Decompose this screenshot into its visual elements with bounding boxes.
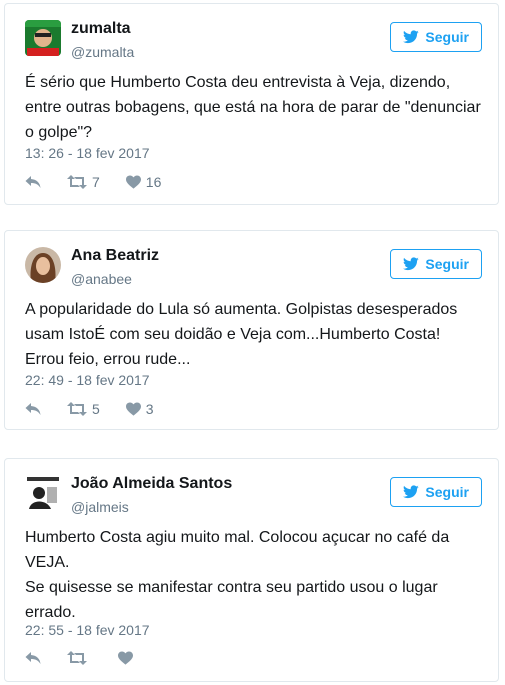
tweet-timestamp[interactable]: 22: 49 - 18 fev 2017 [25,372,150,388]
tweet-actions [25,651,164,665]
author-name[interactable]: Ana Beatriz [71,247,159,265]
reply-icon [25,403,41,415]
like-count: 3 [145,401,154,417]
tweet-card: João Almeida Santos @jalmeis Seguir Humb… [4,458,499,682]
follow-label: Seguir [425,256,469,272]
tweet-text-line: Errou feio, errou rude... [25,351,191,368]
like-count: 16 [145,174,162,190]
tweet-text: É sério que Humberto Costa deu entrevist… [25,70,482,145]
retweet-count: 5 [92,401,100,417]
follow-button[interactable]: Seguir [390,477,482,507]
follow-button[interactable]: Seguir [390,22,482,52]
tweet-timestamp[interactable]: 22: 55 - 18 fev 2017 [25,622,150,638]
tweet-actions: 7 16 [25,174,187,190]
author-handle[interactable]: @anabee [71,271,132,287]
tweet-timestamp[interactable]: 13: 26 - 18 fev 2017 [25,145,150,161]
reply-button[interactable] [25,175,41,189]
tweet-text: Humberto Costa agiu muito mal. Colocou a… [25,525,482,625]
retweet-button[interactable]: 7 [67,174,100,190]
retweet-button[interactable] [67,651,92,665]
tweet-card: Ana Beatriz @anabee Seguir A popularidad… [4,230,499,430]
twitter-bird-icon [403,485,420,499]
tweet-text: A popularidade do Lula só aumenta. Golpi… [25,297,482,372]
follow-label: Seguir [425,29,469,45]
author-name[interactable]: zumalta [71,20,131,38]
tweet-text-line: VEJA. [25,554,70,571]
retweet-count: 7 [92,174,100,190]
twitter-bird-icon [403,257,420,271]
avatar[interactable] [25,475,61,511]
retweet-icon [67,651,87,665]
twitter-bird-icon [403,30,420,44]
tweet-text-line: Se quisesse se manifestar contra seu par… [25,579,438,596]
tweet-text-line: Humberto Costa agiu muito mal. Colocou a… [25,529,450,546]
reply-icon [25,176,41,188]
retweet-icon [67,402,87,416]
tweet-text-line: É sério que Humberto Costa deu entrevist… [25,74,451,91]
reply-button[interactable] [25,402,41,416]
tweet-text-line: usam IstoÉ com seu doidão e Veja com...H… [25,326,441,343]
heart-icon [125,175,141,189]
avatar[interactable] [25,247,61,283]
follow-label: Seguir [425,484,469,500]
follow-button[interactable]: Seguir [390,249,482,279]
reply-button[interactable] [25,651,41,665]
tweet-actions: 5 3 [25,401,180,417]
retweet-button[interactable]: 5 [67,401,100,417]
like-button[interactable]: 16 [125,174,162,190]
retweet-icon [67,175,87,189]
like-button[interactable]: 3 [125,401,154,417]
tweet-card: zumalta @zumalta Seguir É sério que Humb… [4,3,499,205]
author-handle[interactable]: @jalmeis [71,499,129,515]
tweet-text-line: A popularidade do Lula só aumenta. Golpi… [25,301,458,318]
like-button[interactable] [118,651,138,665]
tweet-text-line: o golpe"? [25,124,93,141]
avatar[interactable] [25,20,61,56]
author-handle[interactable]: @zumalta [71,44,134,60]
author-name[interactable]: João Almeida Santos [71,475,232,493]
heart-icon [118,651,133,665]
heart-icon [125,402,141,416]
tweet-text-line: entre outras bobagens, que está na hora … [25,99,481,116]
reply-icon [25,652,41,664]
